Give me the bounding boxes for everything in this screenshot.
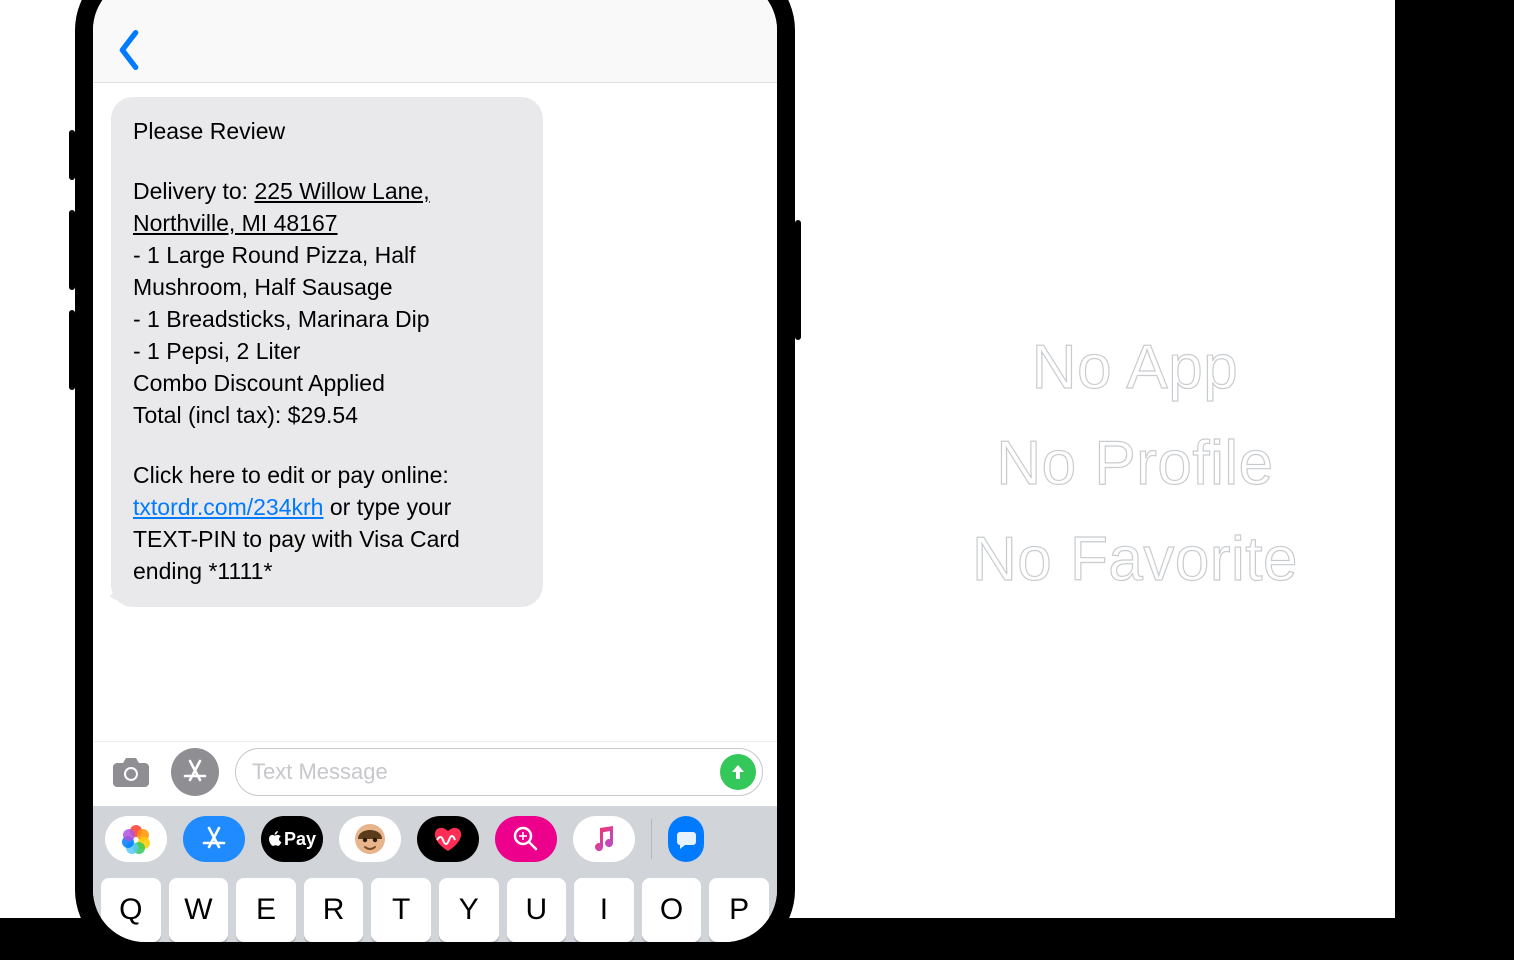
key-t[interactable]: T: [371, 878, 431, 942]
music-note-icon: [591, 825, 617, 853]
arrow-up-icon: [728, 762, 748, 782]
key-i[interactable]: I: [574, 878, 634, 942]
key-o[interactable]: O: [642, 878, 702, 942]
heart-icon: [431, 825, 465, 853]
key-y[interactable]: Y: [439, 878, 499, 942]
app-strip-separator: [651, 819, 652, 859]
music-app-icon[interactable]: [573, 816, 635, 862]
bubble-tail-icon: [105, 581, 125, 601]
messages-navbar: [93, 0, 777, 83]
key-u[interactable]: U: [507, 878, 567, 942]
slide-headlines: No App No Profile No Favorite: [900, 320, 1370, 608]
payment-link[interactable]: txtordr.com/234krh: [133, 494, 323, 520]
hashtag-images-icon[interactable]: [495, 816, 557, 862]
key-q[interactable]: Q: [101, 878, 161, 942]
incoming-message-bubble: Please Review Delivery to: 225 Willow La…: [111, 97, 543, 607]
key-r[interactable]: R: [304, 878, 364, 942]
app-store-icon: [199, 824, 229, 854]
photos-flower-icon: [121, 824, 151, 854]
camera-button[interactable]: [107, 748, 155, 796]
keyboard-top-row[interactable]: Q W E R T Y U I O P: [93, 870, 777, 942]
apple-pay-label: Pay: [284, 829, 316, 850]
apple-logo-icon: [268, 831, 282, 847]
apple-pay-icon[interactable]: Pay: [261, 816, 323, 862]
phone-mute-switch: [69, 130, 75, 180]
message-input[interactable]: [252, 759, 720, 785]
phone-volume-up: [69, 210, 75, 290]
discount-line: Combo Discount Applied: [133, 370, 385, 396]
order-item-2: - 1 Breadsticks, Marinara Dip: [133, 306, 430, 332]
memoji-app-icon[interactable]: [339, 816, 401, 862]
chevron-left-icon: [115, 30, 143, 70]
search-grid-icon: [512, 825, 540, 853]
compose-bar: [93, 741, 777, 806]
more-apps-icon[interactable]: [668, 816, 704, 862]
chat-thread[interactable]: Please Review Delivery to: 225 Willow La…: [93, 83, 777, 741]
key-w[interactable]: W: [169, 878, 229, 942]
memoji-face-icon: [350, 819, 390, 859]
total-line: Total (incl tax): $29.54: [133, 402, 358, 428]
message-title: Please Review: [133, 115, 521, 147]
delivery-label: Delivery to:: [133, 178, 254, 204]
order-item-3: - 1 Pepsi, 2 Liter: [133, 338, 300, 364]
phone-screen: Please Review Delivery to: 225 Willow La…: [93, 0, 777, 942]
order-item-1: - 1 Large Round Pizza, Half Mushroom, Ha…: [133, 242, 416, 300]
bubble-icon: [675, 828, 697, 850]
app-store-icon: [180, 757, 210, 787]
phone-frame: Please Review Delivery to: 225 Willow La…: [75, 0, 795, 960]
slide-canvas: Please Review Delivery to: 225 Willow La…: [0, 0, 1395, 918]
headline-3: No Favorite: [900, 512, 1370, 608]
app-store-strip-icon[interactable]: [183, 816, 245, 862]
headline-2: No Profile: [900, 416, 1370, 512]
key-e[interactable]: E: [236, 878, 296, 942]
photos-app-icon[interactable]: [105, 816, 167, 862]
headline-1: No App: [900, 320, 1370, 416]
phone-volume-down: [69, 310, 75, 390]
digital-touch-icon[interactable]: [417, 816, 479, 862]
message-input-wrap[interactable]: [235, 748, 763, 796]
app-store-button[interactable]: [171, 748, 219, 796]
key-p[interactable]: P: [709, 878, 769, 942]
cta-prefix: Click here to edit or pay online:: [133, 462, 449, 488]
imessage-app-strip[interactable]: Pay: [93, 806, 777, 870]
back-button[interactable]: [115, 30, 143, 70]
message-cta: Click here to edit or pay online: txtord…: [133, 459, 521, 587]
camera-icon: [111, 755, 151, 789]
phone-power-button: [795, 220, 801, 340]
message-body: Delivery to: 225 Willow Lane, Northville…: [133, 175, 521, 431]
send-button[interactable]: [720, 754, 756, 790]
